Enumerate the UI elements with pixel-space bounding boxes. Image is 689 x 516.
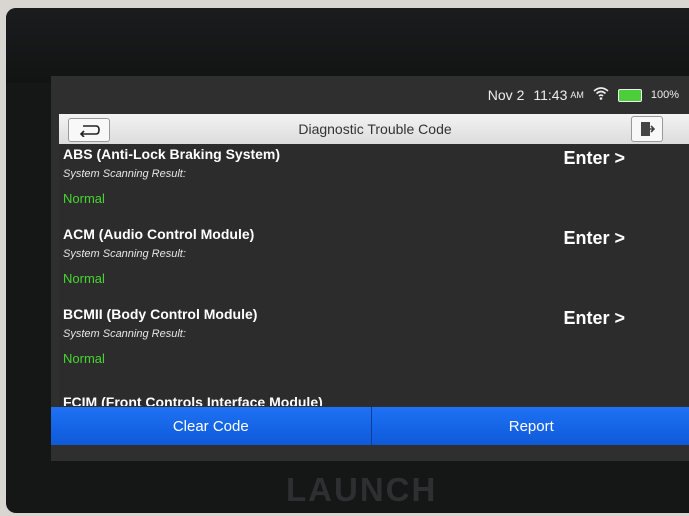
- status-date: Nov 2: [487, 87, 525, 103]
- device-bezel: [6, 8, 689, 83]
- battery-percent: 100%: [650, 89, 679, 101]
- module-name: ABS (Anti-Lock Braking System): [63, 146, 281, 162]
- enter-button[interactable]: Enter >: [563, 228, 625, 249]
- report-button[interactable]: Report: [371, 407, 689, 445]
- module-name: FCIM (Front Controls Interface Module): [63, 394, 323, 406]
- module-name: BCMII (Body Control Module): [63, 306, 258, 322]
- module-status: Normal: [63, 191, 105, 206]
- device-brand-logo: LAUNCH: [286, 471, 438, 508]
- exit-button[interactable]: [631, 116, 663, 142]
- action-bar: Clear Code Report: [51, 407, 689, 445]
- clear-code-button[interactable]: Clear Code: [51, 407, 372, 445]
- module-name: ACM (Audio Control Module): [63, 226, 255, 242]
- exit-icon: [641, 122, 655, 136]
- status-time: 11:43: [533, 87, 568, 103]
- module-status: Normal: [63, 271, 105, 286]
- back-arrow-icon: [79, 125, 100, 137]
- module-row-abs[interactable]: ABS (Anti-Lock Braking System) System Sc…: [59, 144, 689, 226]
- status-bar: Nov 2 11:43 AM 100%: [51, 76, 689, 114]
- module-subtitle: System Scanning Result:: [63, 248, 186, 260]
- module-row-acm[interactable]: ACM (Audio Control Module) System Scanni…: [59, 224, 689, 306]
- title-bar: Diagnostic Trouble Code: [59, 114, 689, 144]
- battery-icon: [617, 88, 642, 102]
- page-title: Diagnostic Trouble Code: [298, 121, 452, 137]
- screen: Nov 2 11:43 AM 100% Diagnostic Trouble C…: [51, 76, 689, 461]
- enter-button[interactable]: Enter >: [563, 308, 625, 329]
- module-row-fcim[interactable]: FCIM (Front Controls Interface Module): [59, 334, 689, 406]
- module-list: ABS (Anti-Lock Braking System) System Sc…: [59, 144, 689, 406]
- device-frame: Nov 2 11:43 AM 100% Diagnostic Trouble C…: [6, 8, 689, 513]
- wifi-icon: [593, 87, 609, 103]
- module-subtitle: System Scanning Result:: [63, 168, 186, 180]
- enter-button[interactable]: Enter >: [563, 148, 625, 169]
- back-button[interactable]: [68, 118, 110, 142]
- status-ampm: AM: [570, 90, 584, 100]
